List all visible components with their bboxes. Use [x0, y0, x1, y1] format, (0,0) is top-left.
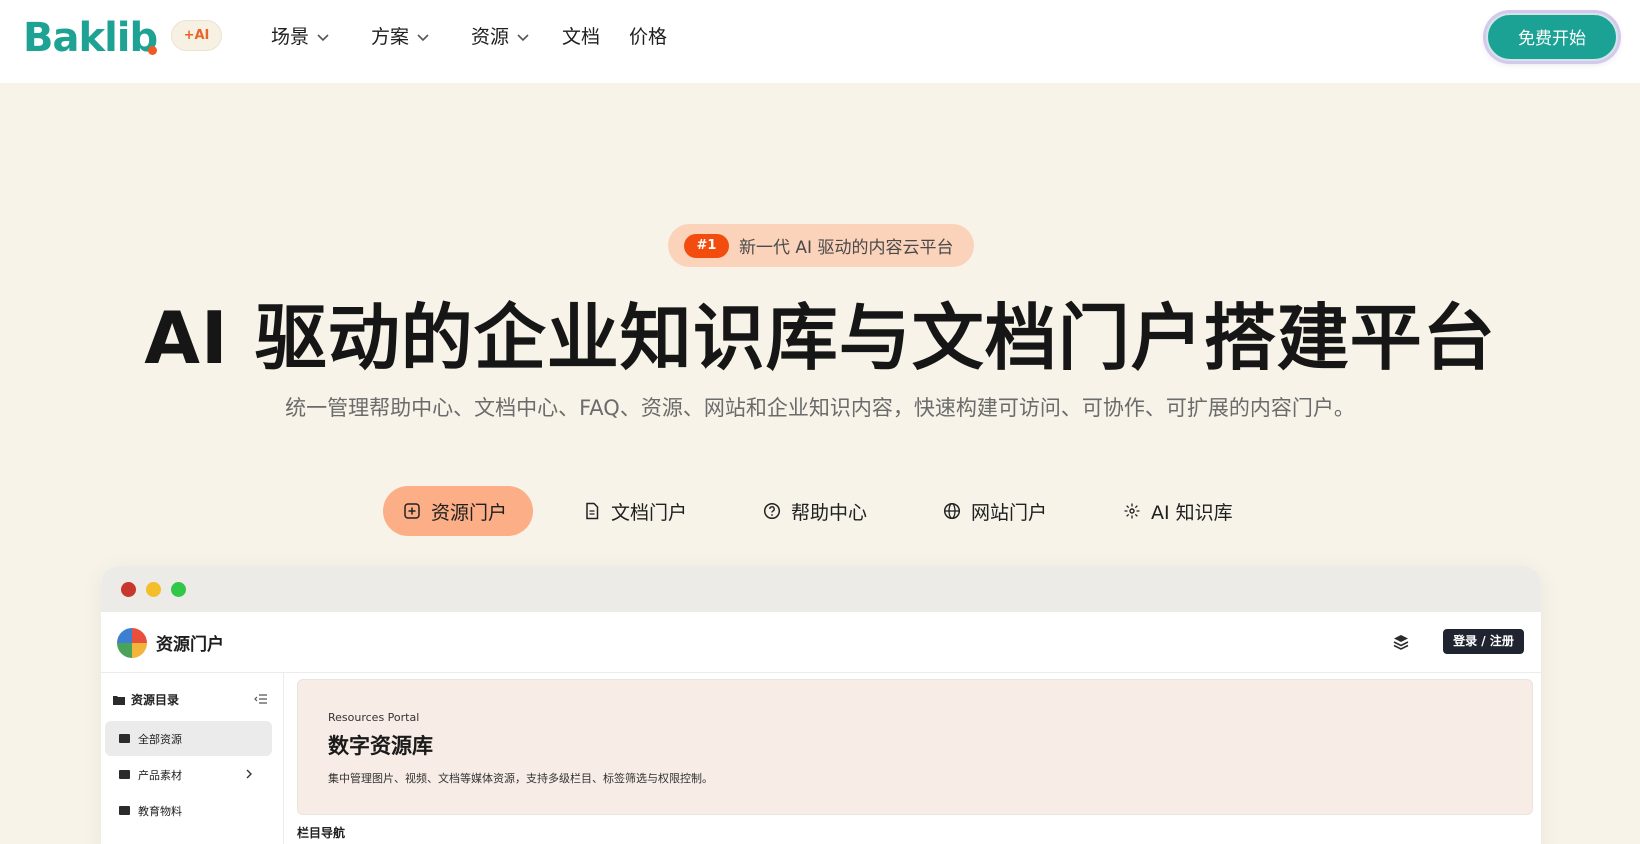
- sidebar-item-product-assets[interactable]: 产品素材: [105, 757, 272, 792]
- sidebar-item-label: 全部资源: [138, 732, 182, 746]
- folders-icon: [113, 696, 125, 705]
- hero-title: AI 驱动的企业知识库与文档门户搭建平台: [144, 296, 1496, 380]
- chevron-down-icon: [517, 34, 529, 42]
- portal-title: 资源门户: [156, 635, 224, 655]
- sidebar-item-label: 教育物料: [138, 804, 182, 818]
- nav-item-pricing[interactable]: 价格: [629, 24, 667, 50]
- sidebar-item-all-resources[interactable]: 全部资源: [105, 721, 272, 756]
- portal-banner: Resources Portal 数字资源库 集中管理图片、视频、文档等媒体资源…: [297, 679, 1533, 815]
- tab-label: 帮助中心: [791, 501, 868, 524]
- login-register-button[interactable]: 登录 / 注册: [1443, 629, 1524, 654]
- tab-ai-knowledge-base[interactable]: AI 知识库: [1103, 486, 1253, 536]
- banner-title: 数字资源库: [328, 734, 433, 758]
- tab-website-portal[interactable]: 网站门户: [923, 486, 1067, 536]
- nav-item-resources[interactable]: 资源: [471, 24, 531, 50]
- baklib-logo[interactable]: Baklib: [23, 14, 158, 62]
- maximize-dot-icon: [171, 582, 186, 597]
- nav-item-solutions[interactable]: 方案: [371, 24, 431, 50]
- collapse-sidebar-icon[interactable]: [254, 692, 268, 706]
- banner-eyebrow: Resources Portal: [328, 711, 420, 724]
- browser-mockup: 资源门户 登录 / 注册 资源目录 全部资源 产品素材 教育物料 Resourc…: [101, 566, 1541, 844]
- sidebar-heading-label: 资源目录: [131, 693, 180, 707]
- rank-badge: #1: [684, 233, 729, 258]
- resource-sidebar: 资源目录 全部资源 产品素材 教育物料: [101, 673, 284, 844]
- hero-badge: #1 新一代 AI 驱动的内容云平台: [668, 224, 974, 267]
- nav-item-scenes[interactable]: 场景: [271, 24, 331, 50]
- logo-dot: [148, 46, 157, 55]
- nav-item-label: 价格: [629, 26, 668, 48]
- chevron-down-icon: [317, 34, 329, 42]
- folder-icon: [119, 734, 130, 743]
- sidebar-heading: 资源目录: [113, 691, 179, 708]
- sidebar-item-label: 产品素材: [138, 768, 182, 782]
- tab-label: 网站门户: [971, 501, 1048, 524]
- portal-logo: [117, 628, 147, 658]
- browser-titlebar: [101, 566, 1541, 612]
- nav-item-docs[interactable]: 文档: [562, 24, 600, 50]
- tab-help-center[interactable]: 帮助中心: [743, 486, 887, 536]
- ai-badge[interactable]: +AI: [171, 20, 222, 51]
- banner-description: 集中管理图片、视频、文档等媒体资源，支持多级栏目、标签筛选与权限控制。: [328, 772, 713, 785]
- nav-item-label: 场景: [271, 26, 310, 48]
- close-dot-icon: [121, 582, 136, 597]
- hero-subtitle: 统一管理帮助中心、文档中心、FAQ、资源、网站和企业知识内容，快速构建可访问、可…: [285, 396, 1355, 420]
- top-navigation: Baklib +AI 场景 方案 资源 文档 价格 免费开始: [0, 0, 1640, 83]
- tab-label: 资源门户: [431, 501, 508, 524]
- document-icon: [586, 502, 599, 520]
- help-circle-icon: [763, 502, 781, 520]
- minimize-dot-icon: [146, 582, 161, 597]
- nav-item-label: 文档: [562, 26, 601, 48]
- tab-doc-portal[interactable]: 文档门户: [563, 486, 707, 536]
- header-divider: [101, 672, 1541, 673]
- sidebar-item-education-materials[interactable]: 教育物料: [105, 793, 272, 828]
- section-label: 栏目导航: [297, 826, 346, 840]
- tab-label: AI 知识库: [1151, 501, 1233, 524]
- tab-resource-portal[interactable]: 资源门户: [383, 486, 533, 536]
- product-tabs: 资源门户 文档门户 帮助中心 网站门户 AI 知识库: [0, 486, 1640, 536]
- chevron-right-icon: [246, 769, 252, 779]
- plus-square-icon: [404, 503, 420, 519]
- folder-icon: [119, 806, 130, 815]
- folder-icon: [119, 770, 130, 779]
- sparkle-icon: [1124, 503, 1140, 519]
- nav-item-label: 资源: [471, 26, 510, 48]
- globe-icon: [943, 502, 961, 520]
- start-free-button[interactable]: 免费开始: [1486, 13, 1618, 61]
- tab-label: 文档门户: [611, 501, 688, 524]
- chevron-down-icon: [417, 34, 429, 42]
- layers-icon[interactable]: [1391, 632, 1411, 652]
- nav-item-label: 方案: [371, 26, 410, 48]
- badge-text: 新一代 AI 驱动的内容云平台: [739, 238, 954, 258]
